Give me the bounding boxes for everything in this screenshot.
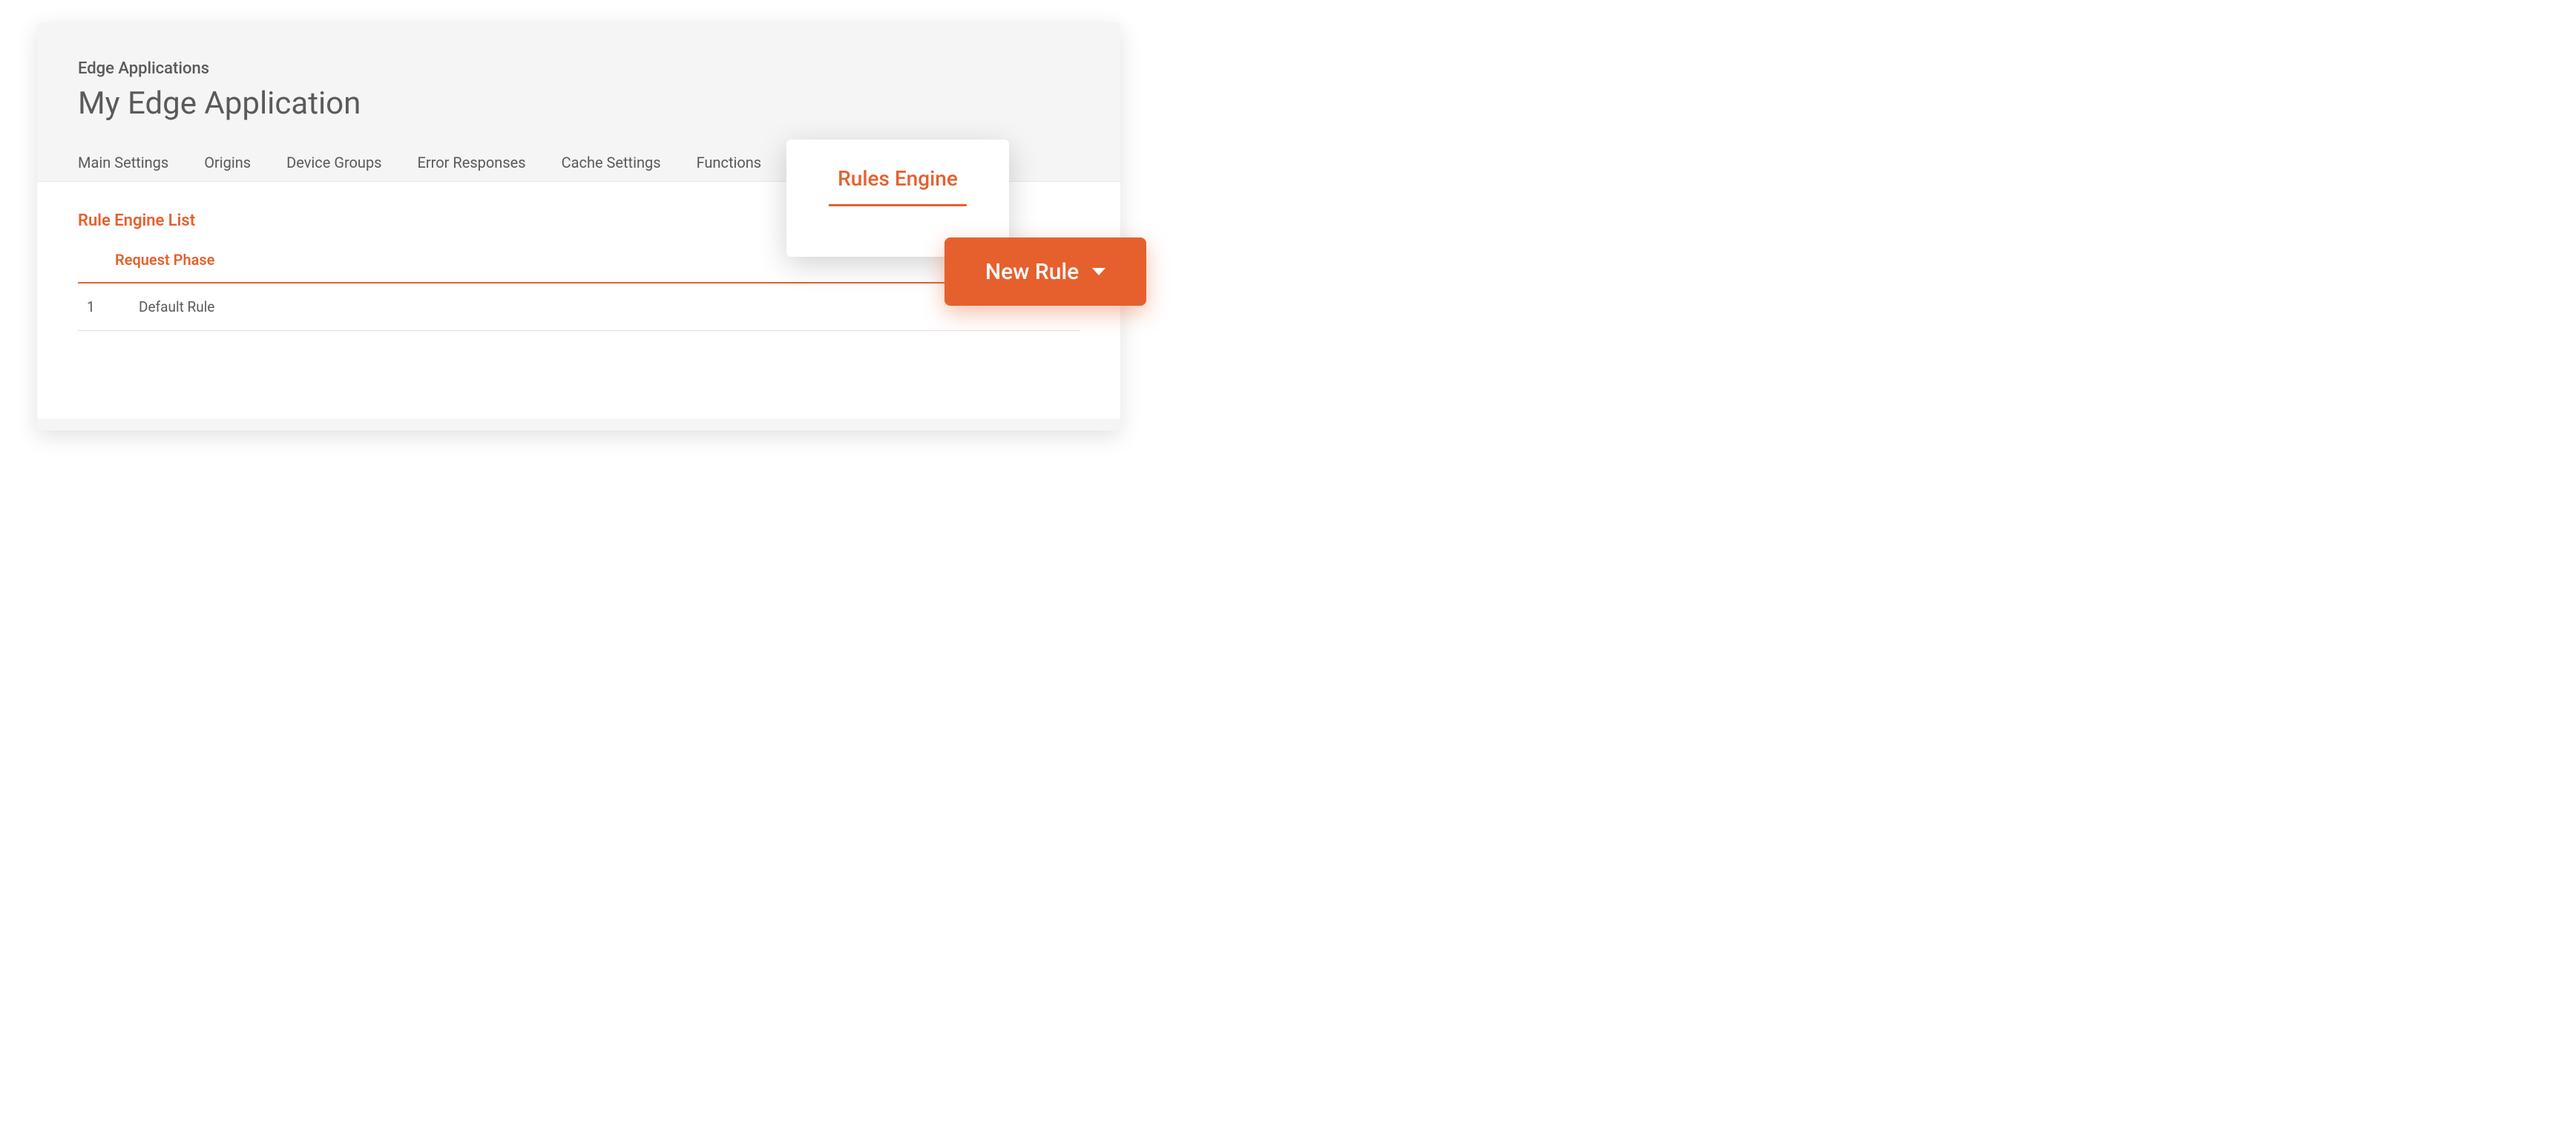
tab-origins[interactable]: Origins — [204, 154, 251, 171]
new-rule-label: New Rule — [985, 259, 1079, 285]
tab-device-groups[interactable]: Device Groups — [286, 154, 381, 171]
tab-rules-engine-label: Rules Engine — [838, 166, 958, 191]
new-rule-button[interactable]: New Rule — [944, 237, 1146, 306]
breadcrumb[interactable]: Edge Applications — [78, 59, 1080, 78]
row-index: 1 — [87, 298, 139, 315]
table-row[interactable]: 1 Default Rule — [78, 283, 1080, 331]
main-panel: Edge Applications My Edge Application Ma… — [37, 22, 1120, 430]
tab-main-settings[interactable]: Main Settings — [78, 154, 168, 171]
chevron-down-icon — [1092, 268, 1105, 275]
tab-cache-settings[interactable]: Cache Settings — [562, 154, 661, 171]
page-title: My Edge Application — [78, 85, 1080, 122]
tab-active-underline — [829, 204, 967, 206]
tab-functions[interactable]: Functions — [697, 154, 762, 171]
header-area: Edge Applications My Edge Application — [37, 22, 1120, 122]
row-name: Default Rule — [139, 298, 214, 315]
tab-error-responses[interactable]: Error Responses — [418, 154, 526, 171]
